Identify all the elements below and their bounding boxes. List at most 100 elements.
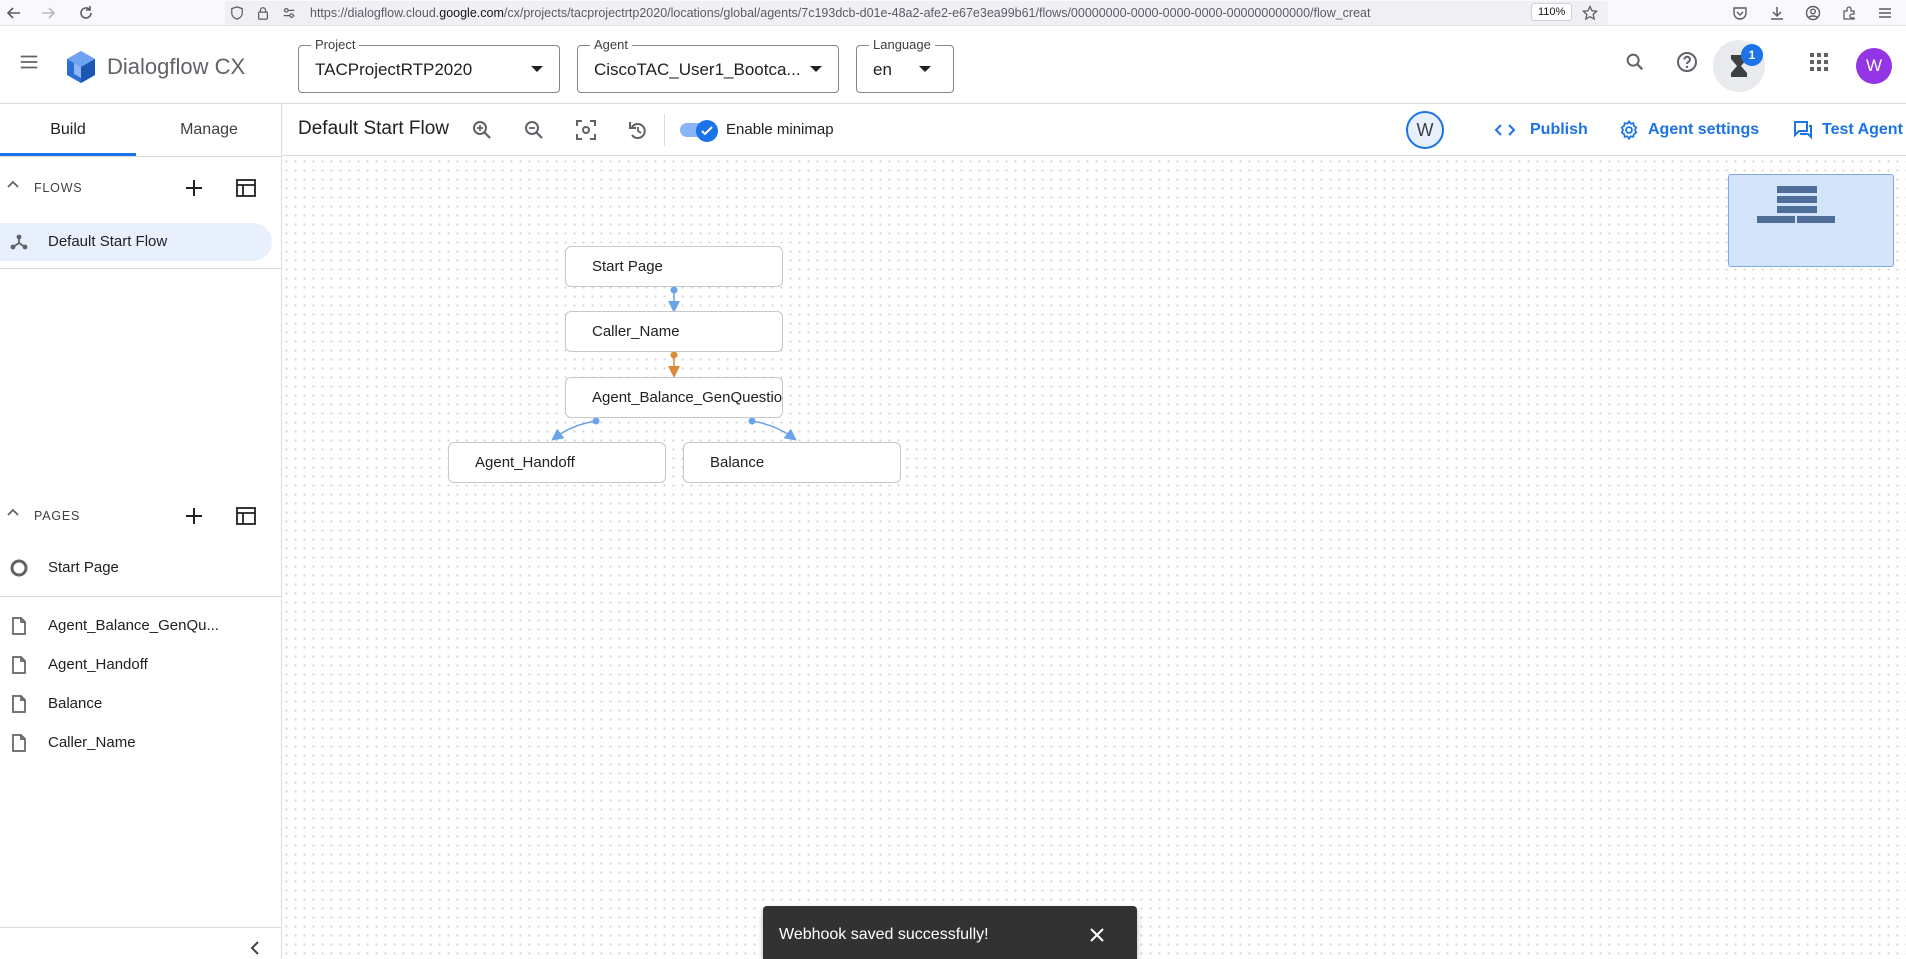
flow-icon [9,232,29,252]
page-document-icon [9,733,29,753]
notification-badge: 1 [1741,44,1763,66]
minimap-preview [1757,186,1835,223]
node-label: Agent_Handoff [475,454,575,471]
snackbar: Webhook saved successfully! [763,906,1137,959]
fit-to-screen-icon[interactable] [572,116,600,144]
zoom-level-badge[interactable]: 110% [1531,3,1573,21]
edge-start-to-caller[interactable] [668,286,680,313]
page-item-label: Caller_Name [48,734,136,751]
agent-select[interactable]: Agent CiscoTAC_User1_Bootca... [577,38,839,93]
edge-genquestion-to-balance[interactable] [748,417,797,441]
download-icon[interactable] [1767,3,1787,23]
presence-avatar: W [1406,111,1444,149]
add-flow-icon[interactable] [180,174,208,202]
dropdown-caret-icon [531,66,543,72]
project-value: TACProjectRTP2020 [315,60,473,79]
forward-arrow-icon[interactable] [38,3,58,23]
sidebar-footer-divider [0,927,282,928]
flow-node-agent-handoff[interactable]: Agent_Handoff [448,442,666,483]
menu-hamburger-icon[interactable] [1875,3,1895,23]
flow-canvas[interactable]: Start Page Caller_Name Agent_Balance_Gen… [282,157,1906,959]
flow-item-label: Default Start Flow [48,233,168,250]
page-item-label: Agent_Handoff [48,656,148,673]
test-agent-label: Test Agent [1822,121,1903,138]
bookmark-star-icon[interactable] [1580,3,1600,23]
flow-title: Default Start Flow [298,118,449,139]
collapse-chevron-icon[interactable] [6,506,20,520]
page-item[interactable]: Balance [0,685,282,723]
collapse-chevron-icon[interactable] [6,178,20,192]
extensions-icon[interactable] [1839,3,1859,23]
tab-build[interactable]: Build [0,104,136,156]
page-document-icon [9,616,29,636]
pages-table-icon[interactable] [232,502,260,530]
minimap[interactable] [1728,174,1894,267]
page-item[interactable]: Agent_Handoff [0,646,282,684]
flows-table-icon[interactable] [232,174,260,202]
search-icon[interactable] [1617,44,1653,80]
page-document-icon [9,655,29,675]
edge-caller-to-genquestion[interactable] [668,351,680,378]
agent-label: Agent [590,38,632,52]
lock-icon[interactable] [253,3,273,23]
language-label: Language [869,38,935,52]
zoom-in-icon[interactable] [468,116,496,144]
page-item[interactable]: Caller_Name [0,724,282,762]
tab-manage[interactable]: Manage [136,104,282,156]
agent-settings-label: Agent settings [1648,121,1760,138]
node-label: Caller_Name [592,323,680,340]
main-menu-icon[interactable] [11,44,47,80]
flows-title: FLOWS [34,181,83,195]
dropdown-caret-icon [919,66,931,72]
dropdown-caret-icon [810,66,822,72]
toolbar-divider [664,114,665,146]
page-item-start-page[interactable]: Start Page [0,549,282,587]
chat-bubble-icon [1794,121,1812,140]
permissions-icon[interactable] [279,3,299,23]
tabs-divider [0,156,282,157]
account-avatar[interactable]: W [1856,48,1892,84]
page-document-icon [9,694,29,714]
snackbar-message: Webhook saved successfully! [779,926,989,943]
reload-icon[interactable] [76,3,96,23]
address-bar[interactable]: https://dialogflow.cloud.google.com/cx/p… [225,1,1608,25]
gear-icon [1620,119,1638,141]
node-label: Balance [710,454,765,471]
pocket-icon[interactable] [1730,3,1750,23]
flow-node-agent-balance-genquestion[interactable]: Agent_Balance_GenQuestion [565,377,783,418]
reset-layout-icon[interactable] [624,116,652,144]
agent-value: CiscoTAC_User1_Bootca... [594,60,801,79]
page-item[interactable]: Agent_Balance_GenQu... [0,607,282,645]
flow-item-default-start-flow[interactable]: Default Start Flow [0,223,272,261]
minimap-toggle[interactable] [680,120,718,142]
flow-node-start-page[interactable]: Start Page [565,246,783,287]
pages-divider [0,596,282,597]
node-label: Agent_Balance_GenQuestion [592,389,783,406]
agent-settings-button[interactable]: Agent settings [1618,104,1759,156]
apps-grid-icon[interactable] [1801,44,1837,80]
edge-genquestion-to-handoff[interactable] [551,417,600,441]
app-name: Dialogflow CX [107,54,246,79]
minimap-label: Enable minimap [726,121,834,138]
pages-section-header: PAGES [0,496,282,536]
help-icon[interactable] [1669,44,1705,80]
test-agent-button[interactable]: Test Agent [1792,104,1903,156]
publish-button[interactable]: Publish [1494,104,1588,156]
flows-section-header: FLOWS [0,168,282,208]
language-value: en [873,60,892,79]
project-select[interactable]: Project TACProjectRTP2020 [298,38,560,93]
flow-node-balance[interactable]: Balance [683,442,901,483]
language-select[interactable]: Language en [856,38,954,93]
zoom-out-icon[interactable] [520,116,548,144]
shield-icon[interactable] [227,3,247,23]
account-icon[interactable] [1803,3,1823,23]
flow-node-caller-name[interactable]: Caller_Name [565,311,783,352]
page-item-label: Start Page [48,559,119,576]
collapse-sidebar-chevron-icon[interactable] [246,939,264,957]
dialogflow-logo-icon [66,50,96,86]
close-icon[interactable] [1086,924,1108,946]
toggle-thumb [696,120,718,142]
notifications-button[interactable]: 1 [1713,40,1765,92]
add-page-icon[interactable] [180,502,208,530]
back-arrow-icon[interactable] [4,3,24,23]
